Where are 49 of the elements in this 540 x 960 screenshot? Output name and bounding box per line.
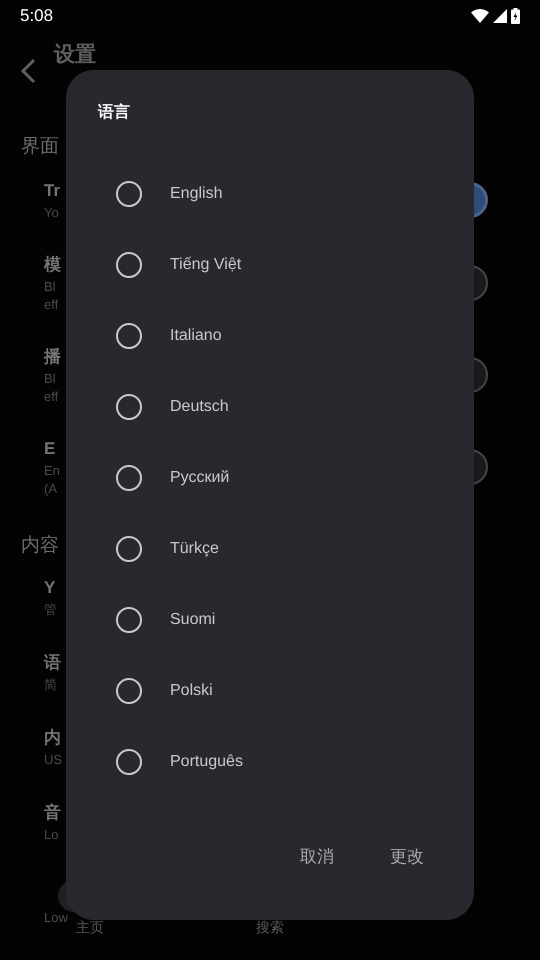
- confirm-button[interactable]: 更改: [380, 840, 434, 874]
- option-label[interactable]: Tiếng Việt: [170, 252, 242, 276]
- setting-description: eff: [44, 388, 60, 406]
- cancel-button[interactable]: 取消: [290, 840, 344, 874]
- setting-description: eff: [44, 296, 60, 314]
- setting-title: Y: [44, 577, 56, 599]
- radio-button[interactable]: [116, 180, 142, 206]
- option-label[interactable]: Português: [170, 750, 243, 774]
- setting-description: Bl: [44, 278, 57, 296]
- setting-description: Low: [44, 909, 68, 927]
- section-heading: 界面: [21, 134, 59, 159]
- setting-description: 管: [44, 601, 57, 619]
- option-label[interactable]: Italiano: [170, 324, 222, 348]
- option-label[interactable]: Suomi: [170, 608, 216, 632]
- radio-button[interactable]: [116, 536, 142, 562]
- setting-description: Yo: [44, 204, 60, 222]
- setting-title: E: [44, 438, 56, 460]
- setting-title: 模: [44, 254, 61, 276]
- option-label[interactable]: Türkçe: [170, 536, 219, 560]
- option-label[interactable]: English: [170, 182, 222, 206]
- option-label[interactable]: Deutsch: [170, 394, 229, 418]
- dialog-title: 语言: [96, 101, 131, 123]
- battery-icon: [511, 8, 520, 24]
- option-label[interactable]: Polski: [170, 678, 213, 702]
- page-title: 设置: [54, 42, 96, 66]
- setting-title: 内: [44, 727, 62, 749]
- section-heading: 内容: [21, 533, 59, 558]
- setting-description: Bl: [44, 370, 57, 388]
- signal-icon: [493, 9, 507, 23]
- setting-description: US: [44, 751, 62, 769]
- option-label[interactable]: Русский: [170, 466, 230, 490]
- setting-title: 播: [44, 346, 61, 368]
- setting-description: 简: [44, 676, 58, 694]
- setting-title: 音: [44, 802, 61, 824]
- radio-button[interactable]: [116, 252, 142, 278]
- setting-title: 语: [44, 652, 61, 674]
- status-time: 5:08: [20, 5, 54, 28]
- radio-button[interactable]: [116, 606, 142, 632]
- setting-title: Tr: [44, 180, 60, 202]
- radio-button[interactable]: [116, 322, 142, 348]
- setting-description: Lo: [44, 826, 60, 844]
- radio-button[interactable]: [116, 748, 142, 774]
- setting-description: En: [44, 462, 60, 480]
- back-icon[interactable]: [20, 58, 36, 84]
- radio-button[interactable]: [116, 678, 142, 704]
- radio-button[interactable]: [116, 394, 142, 420]
- wifi-icon: [471, 9, 489, 23]
- radio-button[interactable]: [116, 464, 142, 490]
- setting-description: (A: [44, 480, 58, 498]
